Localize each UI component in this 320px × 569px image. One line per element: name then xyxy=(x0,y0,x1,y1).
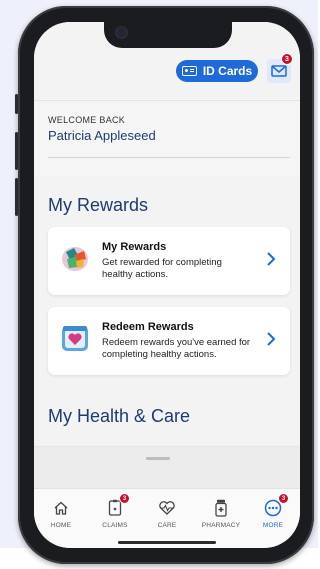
redeem-heart-icon xyxy=(62,326,88,351)
user-name: Patricia Appleseed xyxy=(48,128,156,143)
camera xyxy=(117,28,126,37)
tab-claims[interactable]: 3 CLAIMS xyxy=(90,493,140,529)
drag-handle[interactable] xyxy=(146,457,170,460)
home-icon xyxy=(54,501,68,515)
main-content: WELCOME BACK Patricia Appleseed My Rewar… xyxy=(34,100,300,446)
tab-home[interactable]: HOME xyxy=(36,497,86,529)
home-indicator xyxy=(118,541,216,544)
tab-more[interactable]: 3 MORE xyxy=(248,493,298,529)
volume-down-button xyxy=(15,178,18,216)
volume-up-button xyxy=(15,132,18,170)
tab-care[interactable]: CARE xyxy=(142,497,192,529)
tab-bar: HOME 3 CLAIMS CARE PHARMACY 3 MORE xyxy=(34,488,300,548)
mute-switch xyxy=(15,94,18,114)
my-rewards-card[interactable]: My Rewards Get rewarded for completing h… xyxy=(48,227,290,295)
bottom-sheet[interactable] xyxy=(34,446,300,489)
tab-label: CARE xyxy=(157,522,177,529)
id-cards-label: ID Cards xyxy=(202,64,253,78)
section-title-my-rewards: My Rewards xyxy=(48,195,149,215)
card-title: My Rewards xyxy=(102,241,167,253)
pill-bottle-icon xyxy=(215,499,227,517)
phone-screen: ID Cards 3 WELCOME BACK Patricia Applese… xyxy=(34,22,300,548)
divider xyxy=(48,157,290,158)
tab-pharmacy[interactable]: PHARMACY xyxy=(196,497,246,529)
welcome-label: WELCOME BACK xyxy=(48,115,126,125)
chevron-right-icon xyxy=(267,332,276,346)
card-description: Get rewarded for completing healthy acti… xyxy=(102,257,222,280)
claims-badge: 3 xyxy=(119,493,130,504)
mail-icon xyxy=(271,65,287,77)
more-badge: 3 xyxy=(278,493,289,504)
tab-label: MORE xyxy=(262,522,284,529)
chevron-right-icon xyxy=(267,252,276,266)
section-title-my-health-care: My Health & Care xyxy=(48,406,191,426)
redeem-rewards-card[interactable]: Redeem Rewards Redeem rewards you've ear… xyxy=(48,307,290,375)
id-cards-button[interactable]: ID Cards xyxy=(176,60,258,82)
welcome-panel: WELCOME BACK Patricia Appleseed xyxy=(34,100,300,177)
id-card-icon xyxy=(181,66,197,76)
rewards-gems-icon xyxy=(62,247,88,271)
tab-label: CLAIMS xyxy=(102,522,128,529)
tab-label: HOME xyxy=(50,522,72,529)
messages-badge: 3 xyxy=(281,53,293,65)
heart-pulse-icon xyxy=(159,501,175,515)
card-title: Redeem Rewards xyxy=(102,321,194,333)
card-description: Redeem rewards you've earned for complet… xyxy=(102,337,251,360)
messages-button[interactable]: 3 xyxy=(267,53,293,83)
notch xyxy=(104,22,232,48)
tab-label: PHARMACY xyxy=(201,522,241,529)
